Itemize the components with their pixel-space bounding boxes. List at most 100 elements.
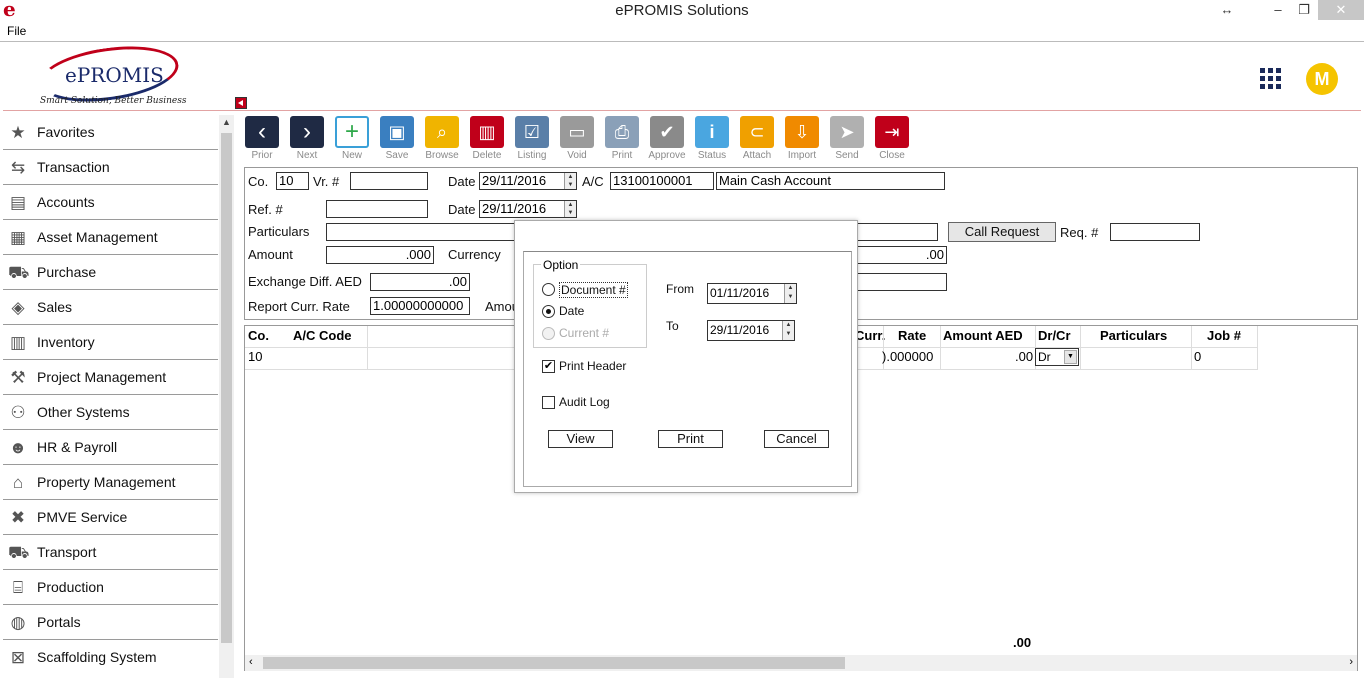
- scrollbar-thumb[interactable]: [263, 657, 845, 669]
- col-particulars-header: Particulars: [1100, 328, 1168, 343]
- sidebar-scrollbar[interactable]: ▲: [219, 115, 234, 678]
- vr-field[interactable]: [350, 172, 428, 190]
- sidebar-item-favorites[interactable]: ★ Favorites: [3, 115, 218, 150]
- property-icon: ⌂: [12, 473, 24, 492]
- scroll-up-icon[interactable]: ▲: [222, 117, 231, 127]
- sidebar-item-label: Inventory: [37, 334, 95, 350]
- avatar[interactable]: M: [1306, 63, 1338, 95]
- new-button[interactable]: + New: [332, 116, 372, 162]
- logo-tagline: Smart Solution, Better Business: [40, 96, 187, 106]
- chevron-down-icon[interactable]: ▼: [1064, 350, 1077, 364]
- date-spinner-icon[interactable]: ▲ ▼: [564, 173, 576, 189]
- scaffold-icon: ⊠: [10, 648, 26, 667]
- approve-button[interactable]: ✔ Approve: [647, 116, 687, 162]
- row-dr-cr-select[interactable]: Dr ▼: [1035, 348, 1079, 366]
- sidebar-item-purchase[interactable]: ⛟ Purchase: [3, 255, 218, 290]
- grid-horizontal-scrollbar[interactable]: ‹ ›: [245, 655, 1357, 671]
- resize-icon[interactable]: ↔: [1216, 0, 1238, 20]
- menu-file[interactable]: File: [7, 24, 26, 38]
- row-co-cell[interactable]: 10: [248, 349, 262, 364]
- audit-log-checkbox[interactable]: [542, 396, 555, 409]
- exchange-diff-field[interactable]: .00: [370, 273, 470, 291]
- amount-field[interactable]: .000: [326, 246, 434, 264]
- sidebar-item-label: Transport: [37, 544, 97, 560]
- scroll-left-icon[interactable]: ‹: [249, 656, 253, 668]
- to-date-spinner-icon[interactable]: ▲ ▼: [782, 321, 794, 340]
- save-button[interactable]: ▣ Save: [377, 116, 417, 162]
- ref-date-field[interactable]: 29/11/2016 ▲ ▼: [479, 200, 577, 218]
- sidebar-item-production[interactable]: ⌸ Production: [3, 570, 218, 605]
- close-form-button[interactable]: ⇥ Close: [872, 116, 912, 162]
- title-bar: e ePROMIS Solutions ↔ – ❐ ✕: [0, 0, 1364, 22]
- date-value: 29/11/2016: [482, 173, 547, 188]
- view-button[interactable]: View: [548, 430, 613, 448]
- status-button[interactable]: i Status: [692, 116, 732, 162]
- next-button[interactable]: › Next: [287, 116, 327, 162]
- date-radio[interactable]: [542, 305, 555, 318]
- sidebar-item-hr-payroll[interactable]: ☻ HR & Payroll: [3, 430, 218, 465]
- send-button[interactable]: ➤ Send: [827, 116, 867, 162]
- ref-field[interactable]: [326, 200, 428, 218]
- sidebar-item-asset-management[interactable]: ▦ Asset Management: [3, 220, 218, 255]
- to-date-field[interactable]: 29/11/2016 ▲ ▼: [707, 320, 795, 341]
- print-header-checkbox[interactable]: ✔: [542, 360, 555, 373]
- attach-button[interactable]: ⊂ Attach: [737, 116, 777, 162]
- ref-date-spinner-icon[interactable]: ▲ ▼: [564, 201, 576, 217]
- row-job-cell[interactable]: 0: [1194, 349, 1201, 364]
- sidebar-item-inventory[interactable]: ▥ Inventory: [3, 325, 218, 360]
- delete-button[interactable]: ▥ Delete: [467, 116, 507, 162]
- from-label: From: [666, 282, 694, 296]
- close-button[interactable]: ✕: [1318, 0, 1364, 20]
- from-date-spinner-icon[interactable]: ▲ ▼: [784, 284, 796, 303]
- prior-button[interactable]: ‹ Prior: [242, 116, 282, 162]
- grid-total: .00: [1013, 635, 1032, 650]
- right-extra-field[interactable]: [856, 273, 947, 291]
- ledger-icon: ▤: [9, 193, 27, 212]
- dialog-print-button[interactable]: Print: [658, 430, 723, 448]
- collapse-sidebar-button[interactable]: [235, 97, 247, 109]
- sidebar-item-property-management[interactable]: ⌂ Property Management: [3, 465, 218, 500]
- sidebar-item-other-systems[interactable]: ⚇ Other Systems: [3, 395, 218, 430]
- sidebar-item-project-management[interactable]: ⚒ Project Management: [3, 360, 218, 395]
- call-request-button[interactable]: Call Request: [948, 222, 1056, 242]
- minimize-button[interactable]: –: [1266, 0, 1290, 20]
- col-ac-code-header: A/C Code: [293, 328, 352, 343]
- tools-icon: ✖: [10, 508, 26, 527]
- ac-label: A/C: [582, 174, 604, 189]
- req-field[interactable]: [1110, 223, 1200, 241]
- cancel-button[interactable]: Cancel: [764, 430, 829, 448]
- date-field[interactable]: 29/11/2016 ▲ ▼: [479, 172, 577, 190]
- void-button[interactable]: ▭ Void: [557, 116, 597, 162]
- forklift-icon: ▥: [9, 333, 27, 352]
- sidebar-item-accounts[interactable]: ▤ Accounts: [3, 185, 218, 220]
- sidebar-item-label: Asset Management: [37, 229, 158, 245]
- sidebar-item-scaffolding-system[interactable]: ⊠ Scaffolding System: [3, 640, 218, 675]
- scroll-right-icon[interactable]: ›: [1349, 656, 1353, 668]
- sidebar-item-label: Property Management: [37, 474, 176, 490]
- right-amount-field[interactable]: .00: [856, 246, 947, 264]
- sidebar-item-transaction[interactable]: ⇆ Transaction: [3, 150, 218, 185]
- row-rate-cell[interactable]: ).000000: [882, 349, 933, 364]
- import-button[interactable]: ⇩ Import: [782, 116, 822, 162]
- sidebar-item-sales[interactable]: ◈ Sales: [3, 290, 218, 325]
- row-amount-aed-cell[interactable]: .00: [1015, 349, 1033, 364]
- ac-code-field[interactable]: 13100100001: [610, 172, 714, 190]
- chevron-left-icon: ‹: [245, 116, 279, 148]
- ac-name-field[interactable]: Main Cash Account: [716, 172, 945, 190]
- sidebar-item-transport[interactable]: ⛟ Transport: [3, 535, 218, 570]
- from-date-field[interactable]: 01/11/2016 ▲ ▼: [707, 283, 797, 304]
- document-radio[interactable]: [542, 283, 555, 296]
- checklist-icon: ☑: [515, 116, 549, 148]
- listing-button[interactable]: ☑ Listing: [512, 116, 552, 162]
- particulars-label: Particulars: [248, 224, 310, 239]
- browse-button[interactable]: ⌕ Browse: [422, 116, 462, 162]
- scrollbar-thumb[interactable]: [221, 133, 232, 643]
- co-field[interactable]: 10: [276, 172, 309, 190]
- apps-grid-icon[interactable]: [1260, 68, 1282, 90]
- print-button[interactable]: ⎙ Print: [602, 116, 642, 162]
- restore-button[interactable]: ❐: [1292, 0, 1316, 20]
- sidebar-item-pmve-service[interactable]: ✖ PMVE Service: [3, 500, 218, 535]
- sidebar-item-portals[interactable]: ◍ Portals: [3, 605, 218, 640]
- project-icon: ⚒: [10, 368, 26, 387]
- report-rate-field[interactable]: 1.00000000000: [370, 297, 470, 315]
